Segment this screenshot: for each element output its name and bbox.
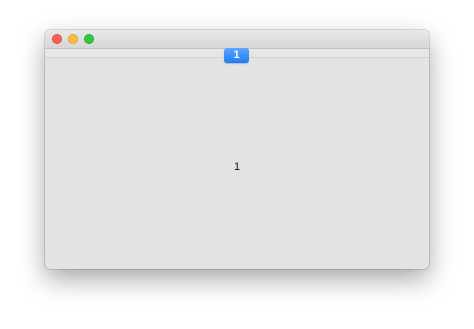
tab-1[interactable]: 1 xyxy=(224,48,249,63)
title-bar[interactable] xyxy=(45,30,429,49)
zoom-icon[interactable] xyxy=(84,34,94,44)
app-window: 1 1 xyxy=(45,30,429,269)
content-label: 1 xyxy=(233,161,241,173)
close-icon[interactable] xyxy=(52,34,62,44)
minimize-icon[interactable] xyxy=(68,34,78,44)
